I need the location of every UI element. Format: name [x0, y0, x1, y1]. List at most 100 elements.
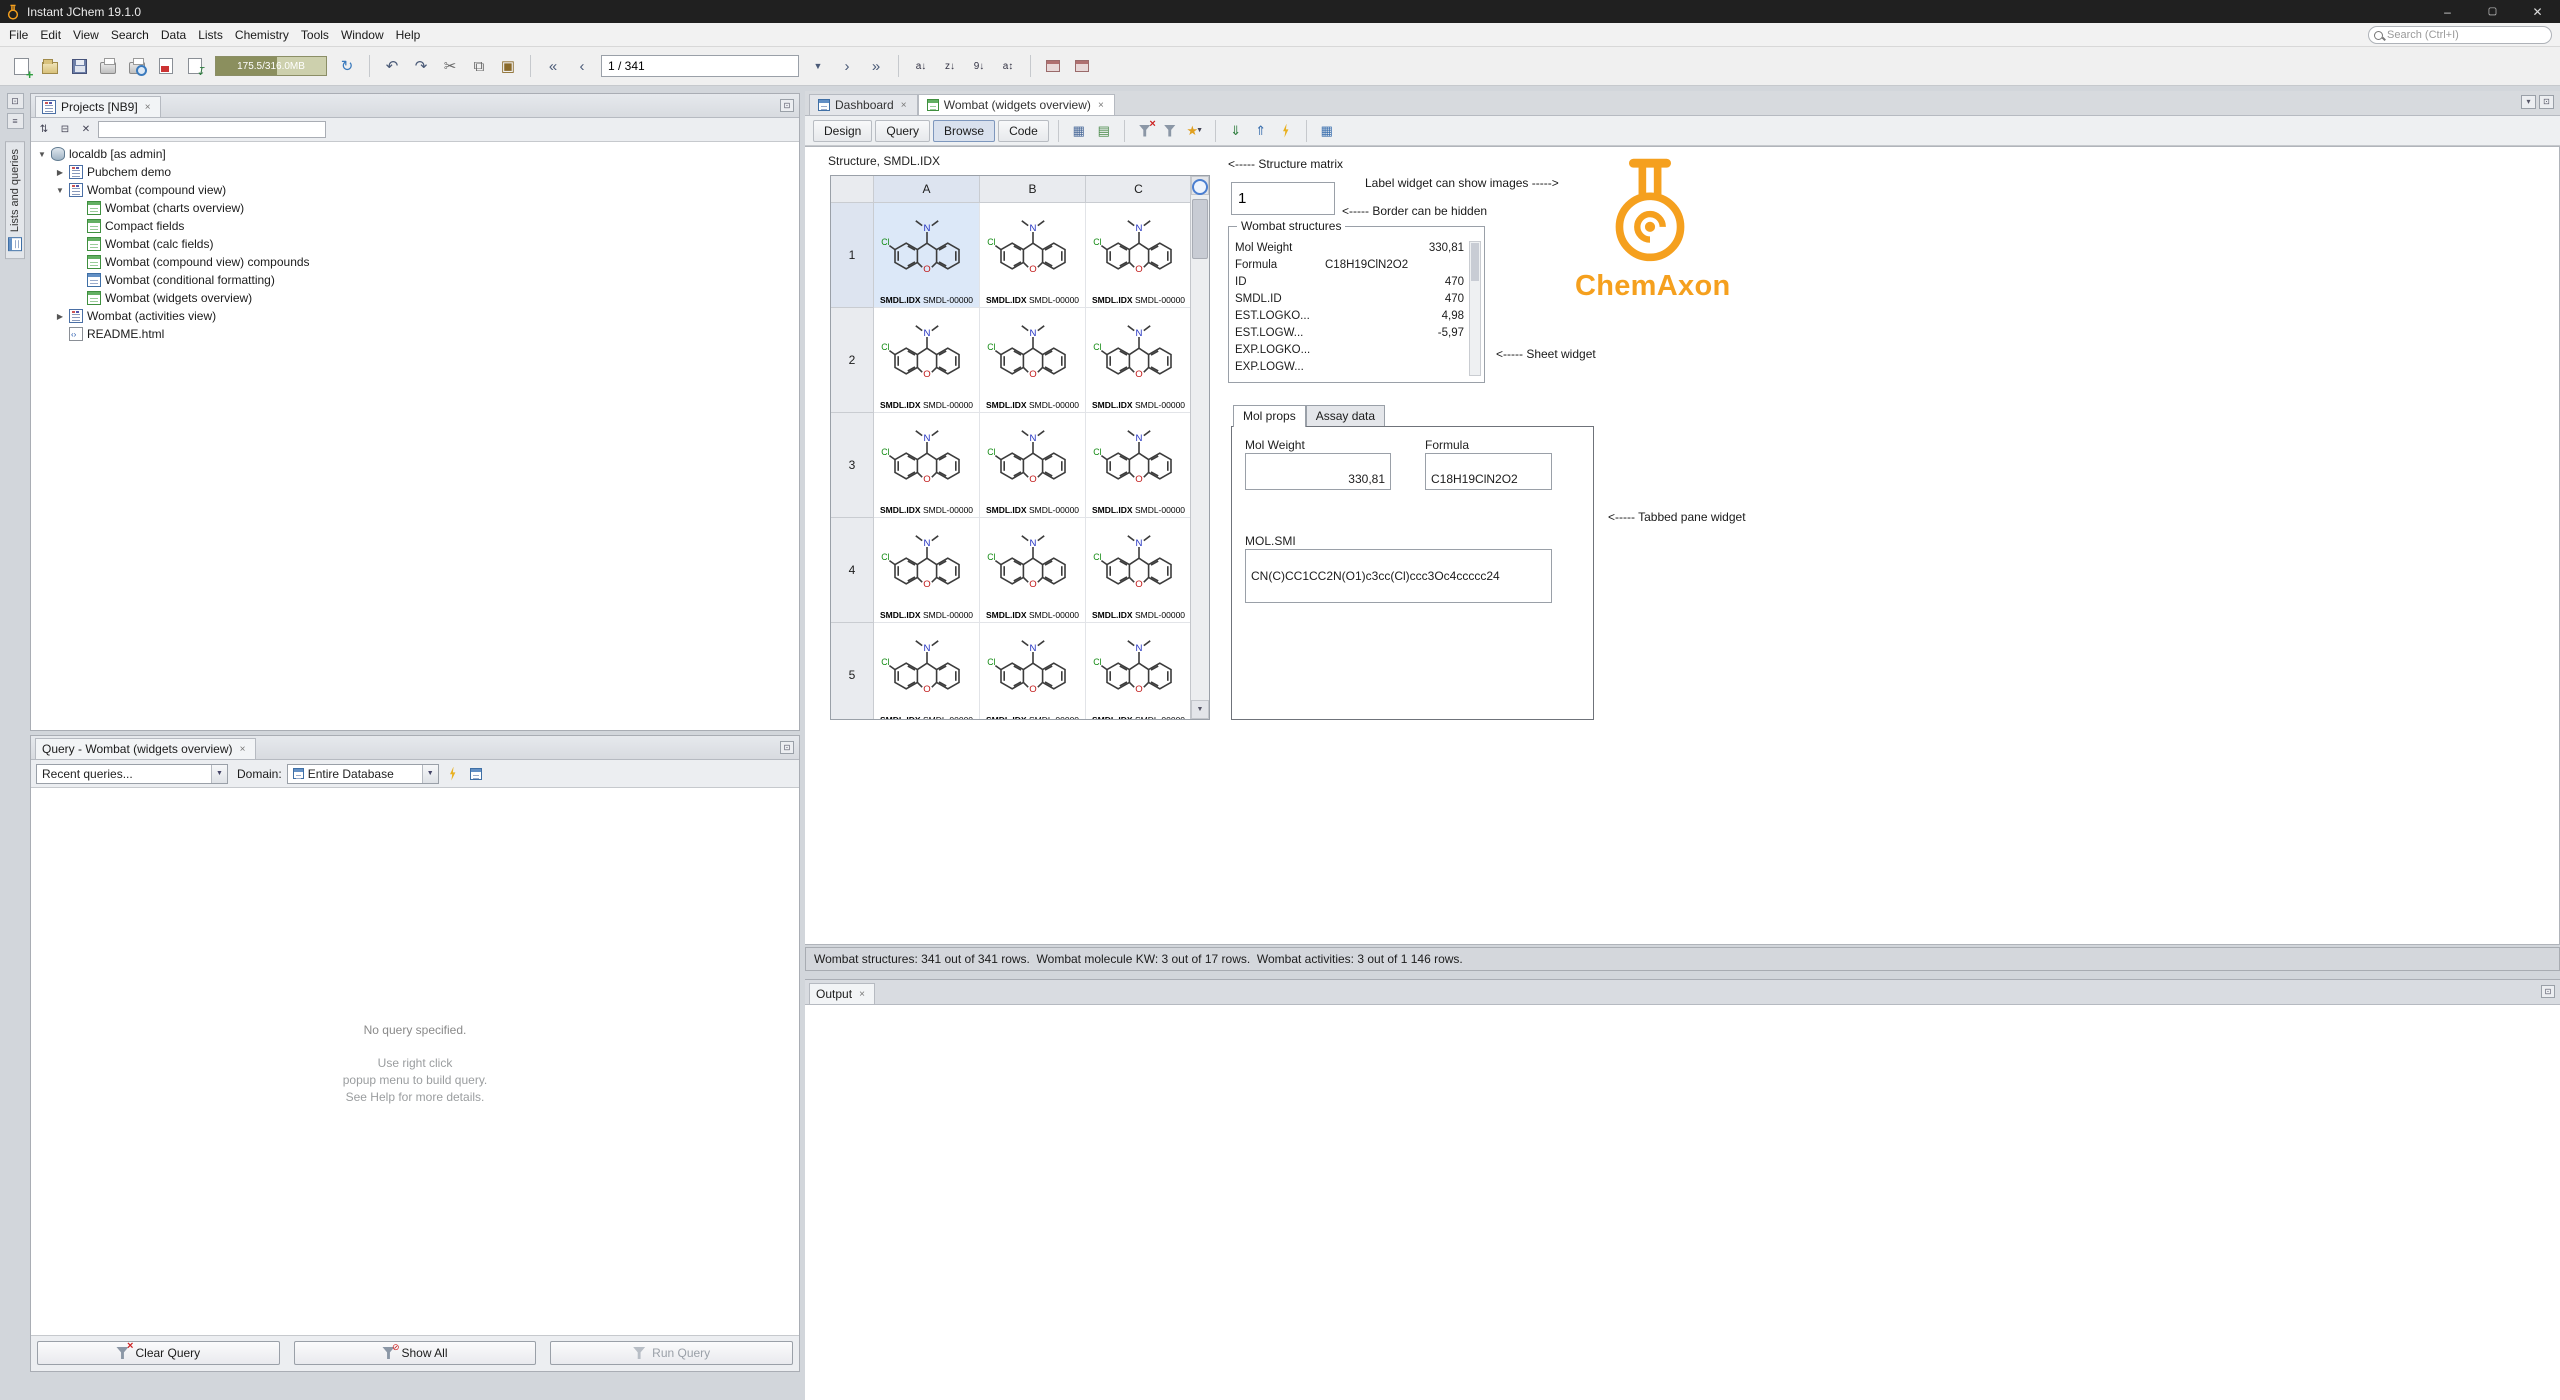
export-table-icon[interactable]: ⇓	[1225, 120, 1247, 142]
cut-icon[interactable]: ✂	[437, 53, 463, 79]
matrix-cell-A3[interactable]: N O Cl SMDL.IDX SMDL-00000	[874, 413, 980, 518]
sheet-row[interactable]: SMDL.ID 470	[1235, 290, 1464, 307]
matrix-cell-A1[interactable]: N O Cl SMDL.IDX SMDL-00000	[874, 203, 980, 308]
matrix-cell-C2[interactable]: N O Cl SMDL.IDX SMDL-00000	[1086, 308, 1190, 413]
favorites-star-icon[interactable]: ★ ▼	[1184, 120, 1206, 142]
filter-icon[interactable]	[1159, 120, 1181, 142]
tab-dashboard[interactable]: Dashboard	[809, 94, 918, 115]
mol-smi-field[interactable]: CN(C)CC1CC2N(O1)c3cc(Cl)ccc3Oc4ccccc24	[1245, 549, 1552, 603]
scroll-down-icon[interactable]	[1191, 700, 1209, 719]
tree-item-wombat-compound-view-compounds[interactable]: Wombat (compound view) compounds	[31, 253, 799, 271]
quick-search[interactable]	[2368, 26, 2552, 44]
maximize-editor-icon[interactable]: ⊡	[2539, 95, 2554, 109]
expander-icon[interactable]	[55, 312, 65, 321]
customize-view-icon[interactable]: ▦	[1316, 120, 1338, 142]
menu-view[interactable]: View	[67, 25, 105, 45]
matrix-cell-C3[interactable]: N O Cl SMDL.IDX SMDL-00000	[1086, 413, 1190, 518]
sheet-widget[interactable]: Wombat structures Mol Weight 330,81 Formu…	[1228, 219, 1485, 383]
float-window-icon[interactable]	[780, 741, 794, 754]
browse-mode-button[interactable]: Browse	[933, 119, 996, 142]
sort-custom-icon[interactable]	[995, 53, 1021, 79]
lightning-icon[interactable]	[1275, 120, 1297, 142]
expander-icon[interactable]	[37, 150, 47, 159]
query-canvas[interactable]: No query specified. Use right click popu…	[31, 788, 799, 1335]
garbage-collect-icon[interactable]: ↻	[334, 53, 360, 79]
structure-matrix[interactable]: ABC 1 N O Cl SMDL.IDX SMDL-00000 N O Cl …	[830, 175, 1210, 720]
memory-indicator[interactable]: 175.5/316.0MB	[215, 56, 327, 76]
tab-list-icon[interactable]: ▾	[2521, 95, 2536, 109]
matrix-cell-A5[interactable]: N O Cl SMDL.IDX SMDL-00000	[874, 623, 980, 719]
window-list-icon[interactable]: ≡	[6, 113, 24, 129]
matrix-cell-C5[interactable]: N O Cl SMDL.IDX SMDL-00000	[1086, 623, 1190, 719]
sort-projects-icon[interactable]: ⇅	[35, 121, 53, 139]
tab-assay-data[interactable]: Assay data	[1305, 405, 1386, 426]
menu-window[interactable]: Window	[335, 25, 390, 45]
matrix-cell-C4[interactable]: N O Cl SMDL.IDX SMDL-00000	[1086, 518, 1190, 623]
matrix-cell-B4[interactable]: N O Cl SMDL.IDX SMDL-00000	[980, 518, 1086, 623]
query-mode-button[interactable]: Query	[875, 119, 931, 142]
label-widget-field[interactable]	[1231, 182, 1335, 215]
search-input[interactable]	[2387, 29, 2551, 41]
clone-window-icon[interactable]	[1069, 53, 1095, 79]
chevron-down-icon[interactable]	[211, 764, 227, 783]
restore-window-icon[interactable]: ⊡	[6, 93, 24, 109]
matrix-scrollbar[interactable]	[1190, 176, 1209, 719]
tree-item-readme[interactable]: README.html	[31, 325, 799, 343]
scroll-thumb[interactable]	[1471, 243, 1479, 281]
code-mode-button[interactable]: Code	[998, 119, 1049, 142]
scroll-thumb[interactable]	[1192, 199, 1208, 259]
matrix-row-header-3[interactable]: 3	[831, 413, 874, 518]
matrix-col-header-B[interactable]: B	[980, 176, 1086, 203]
close-button[interactable]	[2515, 0, 2560, 23]
matrix-row-header-5[interactable]: 5	[831, 623, 874, 719]
projects-tab[interactable]: Projects [NB9]	[35, 96, 161, 117]
expander-icon[interactable]	[55, 186, 65, 195]
form-view-icon[interactable]: ▤	[1093, 120, 1115, 142]
tree-item-localdb[interactable]: localdb [as admin]	[31, 145, 799, 163]
sort-descending-icon[interactable]	[937, 53, 963, 79]
tab-mol-props[interactable]: Mol props	[1233, 405, 1306, 427]
grid-view-icon[interactable]: ▦	[1068, 120, 1090, 142]
menu-help[interactable]: Help	[390, 25, 427, 45]
tree-item-wombat-compound-view[interactable]: Wombat (compound view)	[31, 181, 799, 199]
collapse-all-icon[interactable]: ⊟	[56, 121, 74, 139]
matrix-cell-B2[interactable]: N O Cl SMDL.IDX SMDL-00000	[980, 308, 1086, 413]
next-record-icon[interactable]: ›	[834, 53, 860, 79]
sheet-row[interactable]: Formula C18H19ClN2O2	[1235, 256, 1464, 273]
export-pdf-icon[interactable]	[153, 53, 179, 79]
tree-item-pubchem-demo[interactable]: Pubchem demo	[31, 163, 799, 181]
matrix-cell-B5[interactable]: N O Cl SMDL.IDX SMDL-00000	[980, 623, 1086, 719]
matrix-cell-B3[interactable]: N O Cl SMDL.IDX SMDL-00000	[980, 413, 1086, 518]
matrix-row-header-2[interactable]: 2	[831, 308, 874, 413]
menu-data[interactable]: Data	[155, 25, 192, 45]
matrix-cell-B1[interactable]: N O Cl SMDL.IDX SMDL-00000	[980, 203, 1086, 308]
sort-ascending-icon[interactable]	[908, 53, 934, 79]
matrix-col-header-A[interactable]: A	[874, 176, 980, 203]
clear-filter-projects-icon[interactable]: ✕	[77, 121, 95, 139]
sheet-row[interactable]: Mol Weight 330,81	[1235, 239, 1464, 256]
matrix-col-header-C[interactable]: C	[1086, 176, 1190, 203]
projects-filter-input[interactable]	[98, 121, 326, 138]
import-table-icon[interactable]: ⇑	[1250, 120, 1272, 142]
selection-handle-icon[interactable]	[1192, 179, 1208, 195]
matrix-cell-A4[interactable]: N O Cl SMDL.IDX SMDL-00000	[874, 518, 980, 623]
new-item-icon[interactable]	[8, 53, 34, 81]
menu-chemistry[interactable]: Chemistry	[229, 25, 295, 45]
chevron-down-icon[interactable]	[421, 764, 438, 783]
minimize-window-icon[interactable]	[2541, 985, 2555, 998]
sheet-row[interactable]: ID 470	[1235, 273, 1464, 290]
tree-item-wombat-conditional-formatting[interactable]: Wombat (conditional formatting)	[31, 271, 799, 289]
query-grid-icon[interactable]	[467, 765, 485, 783]
previous-record-icon[interactable]: ‹	[569, 53, 595, 79]
minimize-button[interactable]	[2425, 0, 2470, 23]
close-icon[interactable]	[857, 989, 867, 1000]
tree-item-wombat-charts-overview[interactable]: Wombat (charts overview)	[31, 199, 799, 217]
clear-query-button[interactable]: Clear Query	[37, 1341, 280, 1365]
sheet-scrollbar[interactable]	[1469, 241, 1481, 376]
expander-icon[interactable]	[55, 168, 65, 177]
close-icon[interactable]	[899, 100, 909, 111]
new-window-icon[interactable]	[1040, 53, 1066, 79]
paste-icon[interactable]: ▣	[495, 53, 521, 79]
float-window-icon[interactable]	[780, 99, 794, 112]
output-tab[interactable]: Output	[809, 983, 876, 1004]
